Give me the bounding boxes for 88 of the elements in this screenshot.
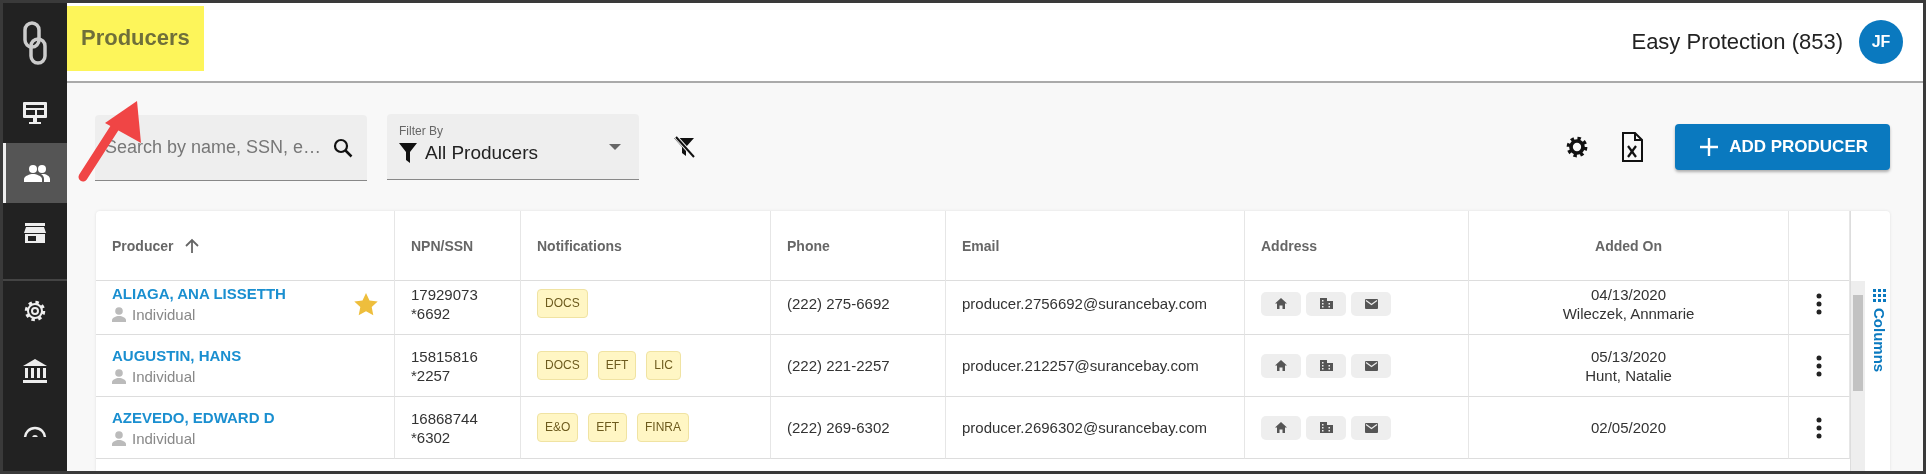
phone-number: (222) 221-2257 — [787, 356, 891, 375]
add-producer-button[interactable]: ADD PRODUCER — [1675, 124, 1890, 170]
person-icon — [112, 306, 126, 322]
filter-icon — [399, 143, 417, 163]
business-address-button[interactable] — [1306, 415, 1346, 440]
mail-icon — [1364, 298, 1378, 309]
more-options-icon[interactable] — [1816, 354, 1822, 377]
mail-address-button[interactable] — [1351, 353, 1391, 378]
notification-badge: EFT — [597, 351, 637, 380]
phone-number: (222) 269-6302 — [787, 418, 891, 437]
more-options-icon[interactable] — [1816, 292, 1822, 315]
producer-name-link[interactable]: ALIAGA, ANA LISSETTH — [112, 283, 286, 303]
mail-icon — [1364, 360, 1378, 371]
npn-number: 17929073 — [411, 284, 479, 304]
home-address-button[interactable] — [1261, 291, 1301, 316]
sort-arrow-icon — [185, 237, 200, 254]
producer-type: Individual — [132, 304, 196, 324]
logo-icon[interactable] — [23, 21, 47, 65]
filter-off-icon[interactable] — [673, 136, 695, 158]
store-icon[interactable] — [23, 222, 47, 244]
search-icon[interactable] — [333, 138, 353, 158]
person-icon — [112, 430, 126, 446]
business-address-button[interactable] — [1306, 353, 1346, 378]
ssn-digits: *6692 — [411, 303, 452, 323]
filter-value: All Producers — [425, 142, 538, 164]
added-date: 02/05/2020 — [1590, 418, 1667, 437]
phone-number: (222) 275-6692 — [787, 294, 891, 313]
monitor-icon[interactable] — [22, 101, 48, 125]
settings-icon[interactable] — [22, 298, 48, 324]
column-header[interactable]: Notifications — [521, 211, 771, 281]
producer-name-link[interactable]: AUGUSTIN, HANS — [112, 345, 242, 365]
producer-name-link[interactable]: AZEVEDO, EDWARD D — [112, 407, 275, 427]
excel-file-icon[interactable] — [1621, 132, 1644, 162]
bank-icon[interactable] — [22, 358, 48, 384]
more-options-icon[interactable] — [1816, 416, 1822, 439]
notification-badge: LIC — [646, 351, 682, 380]
plus-icon — [1699, 137, 1720, 157]
producer-type: Individual — [132, 428, 196, 448]
filter-label: Filter By — [399, 124, 444, 138]
notification-badge: EFT — [588, 413, 627, 442]
column-header[interactable]: Address — [1245, 211, 1469, 281]
settings-icon[interactable] — [1565, 135, 1590, 159]
mail-icon — [1364, 422, 1378, 433]
home-address-button[interactable] — [1261, 353, 1301, 378]
column-header[interactable]: Added On — [1469, 211, 1789, 281]
email-address: producer.212257@surancebay.com — [962, 356, 1200, 375]
home-icon — [1275, 360, 1287, 371]
grid-icon — [1873, 289, 1886, 302]
user-avatar[interactable]: JF — [1859, 20, 1903, 64]
star-icon[interactable] — [354, 293, 378, 316]
search-field[interactable]: Search by name, SSN, e… — [95, 115, 367, 181]
notification-badge: DOCS — [537, 289, 588, 318]
ssn-digits: *2257 — [411, 365, 452, 385]
added-date: 05/13/2020 — [1590, 346, 1667, 366]
page-title: Producers — [67, 5, 204, 71]
scrollbar[interactable] — [1851, 281, 1865, 471]
email-address: producer.2696302@surancebay.com — [962, 418, 1209, 437]
mail-address-button[interactable] — [1351, 415, 1391, 440]
producer-type: Individual — [132, 366, 196, 386]
added-by: Hunt, Natalie — [1585, 365, 1672, 385]
home-icon — [1275, 422, 1287, 433]
column-header[interactable]: Email — [946, 211, 1245, 281]
person-icon — [112, 368, 126, 384]
account-name: Easy Protection (853) — [1631, 29, 1843, 55]
columns-panel-button[interactable]: Columns — [1871, 281, 1888, 471]
added-by: Wileczek, Annmarie — [1562, 303, 1695, 323]
mail-address-button[interactable] — [1351, 291, 1391, 316]
building-icon — [1319, 360, 1333, 371]
ssn-digits: *6302 — [411, 427, 452, 447]
sidebar-item[interactable] — [3, 143, 67, 203]
notification-badge: E&O — [537, 413, 579, 442]
email-address: producer.2756692@surancebay.com — [962, 294, 1209, 313]
column-header[interactable]: Phone — [771, 211, 946, 281]
added-date: 04/13/2020 — [1590, 284, 1667, 304]
home-address-button[interactable] — [1261, 415, 1301, 440]
building-icon — [1319, 422, 1333, 433]
column-header[interactable]: Producer — [96, 211, 395, 281]
building-icon — [1319, 298, 1333, 309]
npn-number: 16868744 — [411, 408, 479, 428]
notification-badge: DOCS — [537, 351, 588, 380]
npn-number: 15815816 — [411, 346, 479, 366]
home-icon — [1275, 298, 1287, 309]
caret-icon — [609, 144, 621, 150]
notification-badge: FINRA — [637, 413, 689, 442]
people-icon[interactable] — [23, 164, 50, 182]
column-header[interactable]: NPN/SSN — [395, 211, 521, 281]
filter-dropdown[interactable]: Filter By All Producers — [387, 114, 639, 180]
business-address-button[interactable] — [1306, 291, 1346, 316]
